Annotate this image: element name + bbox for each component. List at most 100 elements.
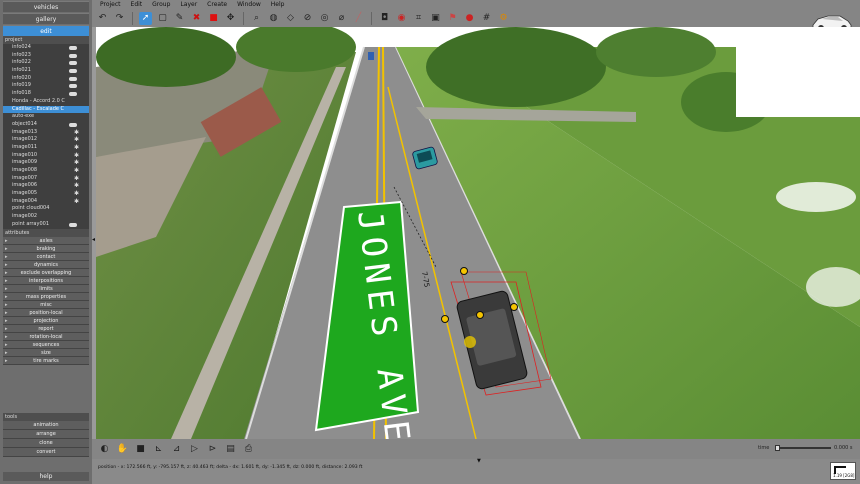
menu-layer[interactable]: Layer xyxy=(180,0,197,9)
tree-item[interactable]: image002 xyxy=(3,213,89,221)
menu-help[interactable]: Help xyxy=(271,0,285,9)
asterisk-icon[interactable]: ✱ xyxy=(74,182,79,190)
tag-icon[interactable]: ⚑ xyxy=(446,12,459,25)
attribute-item[interactable]: contact xyxy=(3,252,89,261)
colors-icon[interactable]: ● xyxy=(463,12,476,25)
tree-item[interactable]: image006 ✱ xyxy=(3,182,89,190)
eye-icon[interactable] xyxy=(69,69,77,74)
attribute-item[interactable]: axles xyxy=(3,236,89,245)
scene-viewport[interactable]: JONES AVE 7-75 xyxy=(96,27,860,439)
eye-icon[interactable] xyxy=(69,92,77,97)
asterisk-icon[interactable]: ✱ xyxy=(74,198,79,206)
attribute-item[interactable]: limits xyxy=(3,284,89,293)
tree-item[interactable]: image013 ✱ xyxy=(3,129,89,137)
pencil-icon[interactable]: ✎ xyxy=(173,12,186,25)
scale-icon[interactable]: ◎ xyxy=(318,12,331,25)
photo-icon[interactable]: ▤ xyxy=(224,443,237,456)
tree-item[interactable]: image010 ✱ xyxy=(3,152,89,160)
settings-icon[interactable]: ⚙ xyxy=(497,12,510,25)
attribute-item[interactable]: rotation-local xyxy=(3,332,89,341)
tool-button[interactable]: arrange xyxy=(3,429,89,439)
attributes-section-header[interactable]: attributes xyxy=(3,228,89,237)
category-gallery[interactable]: gallery xyxy=(3,13,89,24)
eye-icon[interactable] xyxy=(69,222,77,227)
record-icon[interactable]: ⊳ xyxy=(206,443,219,456)
scene-canvas[interactable]: JONES AVE 7-75 xyxy=(96,27,860,439)
grid-icon[interactable]: # xyxy=(480,12,493,25)
tree-item[interactable]: image007 ✱ xyxy=(3,175,89,183)
tool-button[interactable]: convert xyxy=(3,447,89,457)
target-icon[interactable]: ◉ xyxy=(395,12,408,25)
attribute-item[interactable]: braking xyxy=(3,244,89,253)
stick-icon[interactable]: ╱ xyxy=(352,12,365,25)
tree-item[interactable]: object014 xyxy=(3,121,89,129)
eye-icon[interactable] xyxy=(69,46,77,50)
eye-icon[interactable] xyxy=(69,53,77,58)
tree-item[interactable]: info021 xyxy=(3,67,89,75)
select-arrow-icon[interactable]: ➚ xyxy=(139,11,152,25)
tree-item[interactable]: info018 xyxy=(3,90,89,98)
tree-item[interactable]: image009 ✱ xyxy=(3,159,89,167)
tree-item[interactable]: point cloud004 xyxy=(3,205,89,213)
attribute-item[interactable]: tire marks xyxy=(3,356,89,365)
camera-icon[interactable]: ◘ xyxy=(378,12,391,25)
menu-group[interactable]: Group xyxy=(152,0,170,9)
asterisk-icon[interactable]: ✱ xyxy=(74,144,79,152)
tree-item[interactable]: info019 xyxy=(3,82,89,90)
asterisk-icon[interactable]: ✱ xyxy=(74,159,79,167)
tree-item[interactable]: info023 xyxy=(3,52,89,60)
eye-icon[interactable] xyxy=(69,61,77,66)
tree-item[interactable]: info024 xyxy=(3,44,89,52)
eye-icon[interactable] xyxy=(69,76,77,81)
tree-item[interactable]: Honda - Accord 2.0 C xyxy=(3,98,89,106)
red-cube-icon[interactable]: ■ xyxy=(207,12,220,25)
distant-vehicle[interactable] xyxy=(368,52,374,60)
zoom-icon[interactable]: ⌕ xyxy=(250,12,263,25)
tool-button[interactable]: animation xyxy=(3,420,89,430)
asterisk-icon[interactable]: ✱ xyxy=(74,136,79,144)
crop-icon[interactable]: ⌗ xyxy=(412,12,425,25)
diamond-icon[interactable]: ◇ xyxy=(284,12,297,25)
asterisk-icon[interactable]: ✱ xyxy=(74,167,79,175)
attribute-item[interactable]: size xyxy=(3,348,89,357)
dial-icon[interactable]: ◍ xyxy=(267,12,280,25)
tree-item[interactable]: Cadillac - Escalade C xyxy=(3,105,89,114)
tool-button[interactable]: clone xyxy=(3,438,89,448)
orbit-icon[interactable]: ◐ xyxy=(98,443,111,456)
project-section-header[interactable]: project xyxy=(3,36,89,44)
expand-down-icon[interactable]: ▼ xyxy=(477,458,481,464)
tree-item[interactable]: image005 ✱ xyxy=(3,190,89,198)
asterisk-icon[interactable]: ✱ xyxy=(74,129,79,137)
image-icon[interactable]: ▣ xyxy=(429,12,442,25)
tree-item[interactable]: image012 ✱ xyxy=(3,136,89,144)
menu-window[interactable]: Window xyxy=(237,0,261,9)
attribute-item[interactable]: position-local xyxy=(3,308,89,317)
attribute-item[interactable]: mass properties xyxy=(3,292,89,301)
print-icon[interactable]: ⎙ xyxy=(242,443,255,456)
play-icon[interactable]: ▷ xyxy=(188,443,201,456)
attribute-item[interactable]: dynamics xyxy=(3,260,89,269)
tools-section-header[interactable]: tools xyxy=(3,412,89,421)
eye-icon[interactable] xyxy=(69,84,77,89)
eye-icon[interactable] xyxy=(69,122,77,127)
delete-x-icon[interactable]: ✖ xyxy=(190,12,203,25)
tree-item[interactable]: image011 ✱ xyxy=(3,144,89,152)
asterisk-icon[interactable]: ✱ xyxy=(74,190,79,198)
tree-item[interactable]: info020 xyxy=(3,75,89,83)
ruler-icon[interactable]: ⌀ xyxy=(335,12,348,25)
category-vehicles[interactable]: vehicles xyxy=(3,1,89,12)
tree-item[interactable]: image004 ✱ xyxy=(3,198,89,206)
help-button[interactable]: help xyxy=(3,472,89,481)
tree-item[interactable]: auto-exe xyxy=(3,113,89,121)
attribute-item[interactable]: sequences xyxy=(3,340,89,349)
move-icon[interactable]: ✥ xyxy=(224,12,237,25)
attribute-item[interactable]: exclude overlapping xyxy=(3,268,89,277)
asterisk-icon[interactable]: ✱ xyxy=(74,175,79,183)
tree-item[interactable]: image008 ✱ xyxy=(3,167,89,175)
attribute-item[interactable]: report xyxy=(3,324,89,333)
tree-item[interactable]: point array001 xyxy=(3,221,89,229)
undo-icon[interactable]: ↶ xyxy=(96,12,109,25)
graph-icon[interactable]: ⊿ xyxy=(170,443,183,456)
time-slider-knob[interactable] xyxy=(775,445,780,451)
attribute-item[interactable]: interpositions xyxy=(3,276,89,285)
